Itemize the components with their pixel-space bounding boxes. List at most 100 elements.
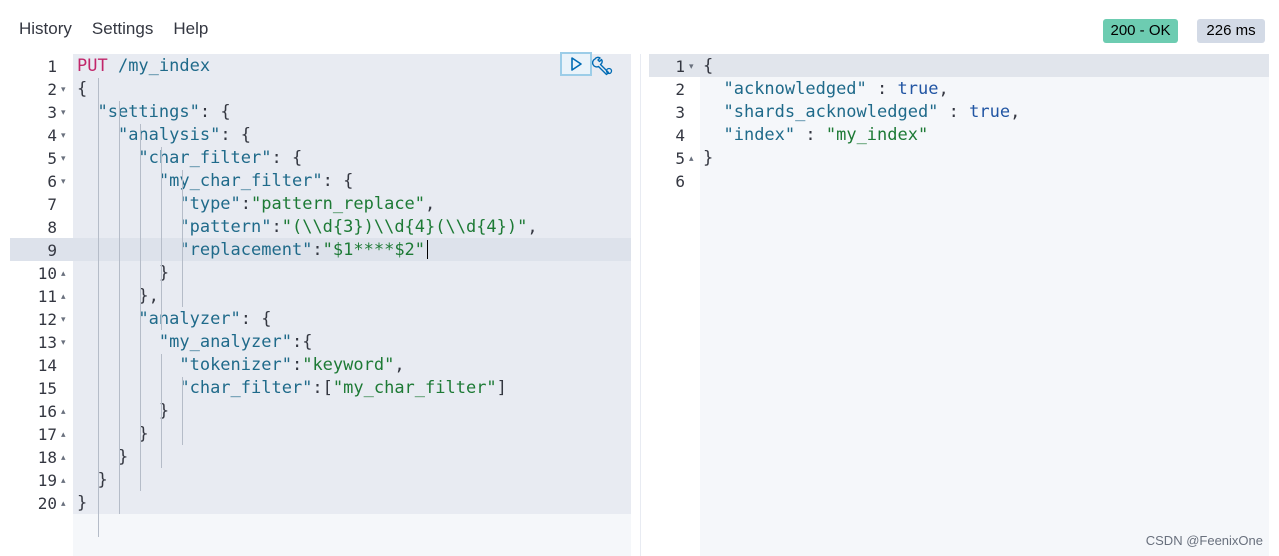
request-options-button[interactable] xyxy=(591,54,614,76)
code-token: :[ xyxy=(312,378,333,398)
line-number: 8 xyxy=(47,218,57,237)
code-line: "acknowledged" : true, xyxy=(703,78,948,101)
fold-collapse-icon[interactable]: ▾ xyxy=(61,101,66,124)
console-toolbar: History Settings Help 200 - OK 226 ms xyxy=(0,0,1279,54)
code-token: ] xyxy=(496,378,507,398)
code-line[interactable]: "my_analyzer":{ xyxy=(77,331,313,354)
fold-expand-icon[interactable]: ▴ xyxy=(61,400,66,423)
response-time-badge: 226 ms xyxy=(1197,19,1265,43)
code-line[interactable]: } xyxy=(77,469,108,492)
code-line[interactable]: "settings": { xyxy=(77,101,231,124)
fold-collapse-icon[interactable]: ▾ xyxy=(61,331,66,354)
code-token: : { xyxy=(199,102,231,122)
code-line[interactable]: "tokenizer":"keyword", xyxy=(77,354,404,377)
fold-expand-icon[interactable]: ▴ xyxy=(61,285,66,308)
code-line[interactable]: "analyzer": { xyxy=(77,308,271,331)
code-line: "index" : "my_index" xyxy=(703,124,928,147)
code-line[interactable]: } xyxy=(77,492,87,515)
code-token: "analysis" xyxy=(117,125,221,145)
code-line[interactable]: "analysis": { xyxy=(77,124,251,147)
code-token: "$1****$2" xyxy=(322,240,426,260)
fold-collapse-icon[interactable]: ▾ xyxy=(61,308,66,331)
code-token: :{ xyxy=(291,332,313,352)
code-token: { xyxy=(77,79,88,99)
code-line: "shards_acknowledged" : true, xyxy=(703,101,1020,124)
code-line[interactable]: "char_filter":["my_char_filter"] xyxy=(77,377,507,400)
fold-expand-icon[interactable]: ▴ xyxy=(61,446,66,469)
code-line[interactable]: }, xyxy=(77,285,159,308)
line-number: 17 xyxy=(37,425,57,444)
line-number: 6 xyxy=(47,172,57,191)
code-token: { xyxy=(703,56,714,76)
code-token: : xyxy=(938,102,970,122)
request-empty-area[interactable] xyxy=(73,514,631,556)
fold-collapse-icon[interactable]: ▾ xyxy=(689,55,694,78)
text-cursor xyxy=(427,240,428,259)
code-token: } xyxy=(77,263,170,283)
fold-collapse-icon[interactable]: ▾ xyxy=(61,147,66,170)
line-number: 19 xyxy=(37,471,57,490)
wrench-icon xyxy=(591,56,613,76)
code-token: } xyxy=(77,424,149,444)
line-number: 2 xyxy=(47,80,57,99)
code-line[interactable]: PUT /my_index xyxy=(77,55,210,78)
code-line[interactable]: } xyxy=(77,423,149,446)
code-line[interactable]: { xyxy=(77,78,87,101)
request-editor[interactable]: 1 PUT /my_index 2 ▾{3 ▾ "settings": {4 ▾ "ana… xyxy=(10,54,631,556)
run-request-button[interactable] xyxy=(560,52,592,76)
code-token: /my_index xyxy=(117,56,211,76)
menu-history[interactable]: History xyxy=(19,19,72,39)
fold-collapse-icon[interactable]: ▾ xyxy=(61,78,66,101)
code-token: "my_analyzer" xyxy=(158,332,292,352)
line-number: 7 xyxy=(47,195,57,214)
fold-collapse-icon[interactable]: ▾ xyxy=(61,124,66,147)
code-line[interactable]: } xyxy=(77,400,169,423)
code-token: true xyxy=(897,79,939,99)
code-token: } xyxy=(77,401,170,421)
watermark: CSDN @FeenixOne xyxy=(1145,533,1263,548)
line-number: 3 xyxy=(47,103,57,122)
menu-help[interactable]: Help xyxy=(173,19,208,39)
fold-expand-icon[interactable]: ▴ xyxy=(61,469,66,492)
code-line[interactable]: "replacement":"$1****$2" xyxy=(77,239,425,262)
code-token: "type" xyxy=(179,194,241,214)
line-number: 20 xyxy=(37,494,57,513)
indent-guide xyxy=(119,101,120,514)
code-line[interactable]: "pattern":"(\\d{3})\\d{4}(\\d{4})", xyxy=(77,216,537,239)
code-token: "settings" xyxy=(97,102,200,122)
fold-expand-icon[interactable]: ▴ xyxy=(61,423,66,446)
pane-divider[interactable] xyxy=(640,54,641,556)
code-line[interactable]: } xyxy=(77,446,128,469)
code-line[interactable]: } xyxy=(77,262,169,285)
indent-guide xyxy=(182,170,183,307)
line-number: 1 xyxy=(47,57,57,76)
code-line[interactable]: "type":"pattern_replace", xyxy=(77,193,435,216)
code-token: PUT xyxy=(77,56,118,76)
line-number: 10 xyxy=(37,264,57,283)
fold-collapse-icon[interactable]: ▾ xyxy=(61,170,66,193)
fold-expand-icon[interactable]: ▴ xyxy=(61,492,66,515)
code-token: "char_filter" xyxy=(179,378,313,398)
code-line[interactable]: "char_filter": { xyxy=(77,147,302,170)
code-token: } xyxy=(77,470,108,490)
line-number: 15 xyxy=(37,379,57,398)
code-token: }, xyxy=(77,286,159,306)
code-line: } xyxy=(703,147,713,170)
code-token: "pattern" xyxy=(179,217,272,237)
line-number: 4 xyxy=(675,126,685,145)
code-token: "tokenizer" xyxy=(179,355,292,375)
fold-expand-icon[interactable]: ▴ xyxy=(689,147,694,170)
code-token: } xyxy=(77,493,88,513)
code-token: "replacement" xyxy=(179,240,313,260)
fold-expand-icon[interactable]: ▴ xyxy=(61,262,66,285)
code-token: : xyxy=(795,125,826,145)
menu-settings[interactable]: Settings xyxy=(92,19,153,39)
line-number: 9 xyxy=(47,241,57,260)
